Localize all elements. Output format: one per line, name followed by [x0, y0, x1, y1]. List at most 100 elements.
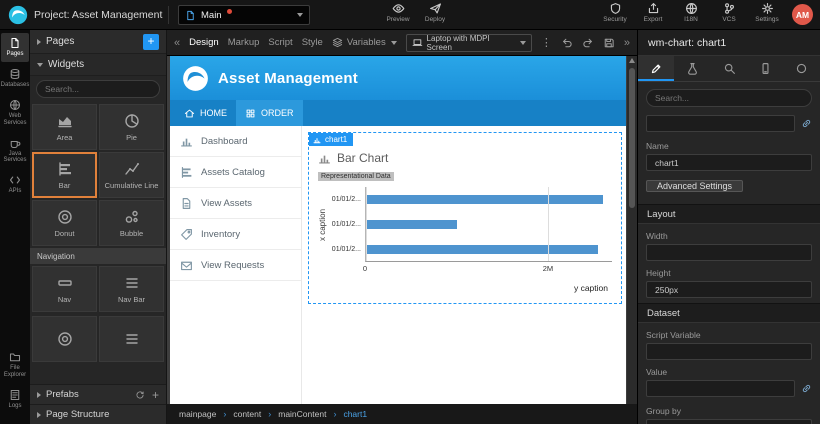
dataset-section-header[interactable]: Dataset: [638, 303, 820, 323]
height-input[interactable]: [646, 281, 812, 298]
save-button[interactable]: [603, 37, 615, 49]
export-label: Export: [644, 16, 663, 23]
expand-right-button[interactable]: [624, 37, 630, 49]
preview-button[interactable]: Preview: [378, 2, 418, 23]
pages-icon: [9, 37, 21, 49]
breadcrumb-item-chart1[interactable]: chart1: [343, 409, 367, 419]
group-by-input[interactable]: [646, 419, 812, 424]
topbar-divider: [168, 6, 169, 24]
widget-tile-nav-bar[interactable]: Nav Bar: [99, 266, 164, 312]
tab-script[interactable]: Script: [268, 37, 292, 48]
grid-icon: [245, 108, 256, 119]
catalog-icon: [180, 166, 193, 179]
security-button[interactable]: Security: [598, 2, 632, 23]
tab-markup[interactable]: Markup: [228, 37, 260, 48]
variables-dropdown[interactable]: Variables: [332, 37, 397, 48]
add-prefab-button[interactable]: +: [152, 390, 159, 400]
nav-item-order[interactable]: ORDER: [236, 100, 303, 126]
layout-section-header[interactable]: Layout: [638, 204, 820, 224]
scrollbar-thumb[interactable]: [629, 68, 635, 208]
chart-tag-icon: [313, 136, 321, 144]
tab-device[interactable]: [747, 56, 783, 81]
export-button[interactable]: Export: [636, 2, 670, 23]
donut-chart-icon: [57, 209, 73, 225]
prefabs-section-header[interactable]: Prefabs +: [30, 384, 166, 404]
pages-section-header[interactable]: Pages +: [30, 30, 166, 54]
dashboard-icon: [180, 135, 193, 148]
undo-button[interactable]: [561, 37, 573, 49]
script-variable-input[interactable]: [646, 343, 812, 360]
advanced-settings-button[interactable]: Advanced Settings: [646, 180, 743, 192]
widget-tile-bubble[interactable]: Bubble: [99, 200, 164, 246]
i18n-button[interactable]: I18N: [674, 2, 708, 23]
tab-search-props[interactable]: [711, 56, 747, 81]
tab-security[interactable]: [784, 56, 820, 81]
nav-icon: [57, 275, 73, 291]
rail-item-web-services[interactable]: Web Services: [1, 95, 29, 131]
rail-item-apis[interactable]: APIs: [1, 170, 29, 199]
widget-tile-nav[interactable]: Nav: [32, 266, 97, 312]
x-tick: 0: [363, 264, 367, 273]
tab-design[interactable]: Design: [189, 37, 219, 48]
rail-item-logs[interactable]: Logs: [1, 385, 29, 414]
page-structure-section-header[interactable]: Page Structure: [30, 404, 166, 424]
name-input[interactable]: [646, 154, 812, 171]
refresh-icon[interactable]: [135, 390, 145, 400]
user-avatar[interactable]: AM: [792, 4, 813, 25]
branch-selector[interactable]: Main: [178, 5, 310, 25]
redo-button[interactable]: [582, 37, 594, 49]
add-page-button[interactable]: +: [143, 34, 159, 50]
laptop-icon: [412, 37, 423, 48]
menu-item-assets-catalog[interactable]: Assets Catalog: [170, 157, 301, 188]
value-input[interactable]: [646, 380, 795, 397]
breadcrumb-item-maincontent[interactable]: mainContent: [278, 409, 326, 419]
bar: [366, 195, 603, 204]
canvas-scrollbar[interactable]: [627, 56, 637, 404]
rail-item-java-services[interactable]: Java Services: [1, 133, 29, 169]
scroll-up-button[interactable]: [629, 58, 635, 63]
rail-label: APIs: [9, 188, 22, 195]
menu-item-dashboard[interactable]: Dashboard: [170, 126, 301, 157]
bindable-field-input[interactable]: [646, 115, 795, 132]
breadcrumb-item-mainpage[interactable]: mainpage: [179, 409, 216, 419]
breadcrumb-item-content[interactable]: content: [233, 409, 261, 419]
menu-label: Inventory: [201, 229, 240, 240]
menu-label: Dashboard: [201, 136, 247, 147]
tab-properties[interactable]: [638, 56, 674, 81]
tile-label: Nav Bar: [118, 295, 145, 304]
settings-button[interactable]: Settings: [750, 2, 784, 23]
rail-item-databases[interactable]: Databases: [1, 64, 29, 93]
properties-panel: wm-chart: chart1 Name Advanced Settings …: [637, 30, 820, 424]
rail-item-pages[interactable]: Pages: [1, 33, 29, 62]
menu-item-inventory[interactable]: Inventory: [170, 219, 301, 250]
menu-item-view-requests[interactable]: View Requests: [170, 250, 301, 281]
device-selector[interactable]: Laptop with MDPI Screen: [406, 34, 532, 52]
widget-search-input[interactable]: [36, 80, 160, 98]
page-body: Dashboard Assets Catalog View Assets: [170, 126, 626, 404]
more-options-button[interactable]: [541, 36, 552, 49]
width-input[interactable]: [646, 244, 812, 261]
widget-tile-partial[interactable]: [32, 316, 97, 362]
menu-item-view-assets[interactable]: View Assets: [170, 188, 301, 219]
nav-item-home[interactable]: HOME: [175, 100, 236, 126]
bind-link-icon[interactable]: [801, 383, 812, 394]
widget-tile-donut[interactable]: Donut: [32, 200, 97, 246]
bind-link-icon[interactable]: [801, 118, 812, 129]
widget-tile-partial[interactable]: [99, 316, 164, 362]
tab-style[interactable]: Style: [302, 37, 323, 48]
deploy-button[interactable]: Deploy: [415, 2, 455, 23]
vcs-button[interactable]: VCS: [712, 2, 746, 23]
widget-selection-tag[interactable]: chart1: [309, 133, 353, 146]
widget-tile-pie[interactable]: Pie: [99, 104, 164, 150]
widget-tile-cumulative-line[interactable]: Cumulative Line: [99, 152, 164, 198]
property-search-input[interactable]: [646, 89, 812, 107]
tab-styles[interactable]: [674, 56, 710, 81]
widgets-section-header[interactable]: Widgets: [30, 54, 166, 76]
widget-tile-area[interactable]: Area: [32, 104, 97, 150]
rail-item-file-explorer[interactable]: File Explorer: [1, 347, 29, 383]
i18n-label: I18N: [684, 16, 698, 23]
bubble-chart-icon: [124, 209, 140, 225]
selected-chart-widget[interactable]: chart1 Bar Chart Representational Data x…: [308, 132, 622, 304]
widget-tile-bar[interactable]: Bar: [32, 152, 97, 198]
collapse-left-panel-button[interactable]: [174, 37, 180, 49]
